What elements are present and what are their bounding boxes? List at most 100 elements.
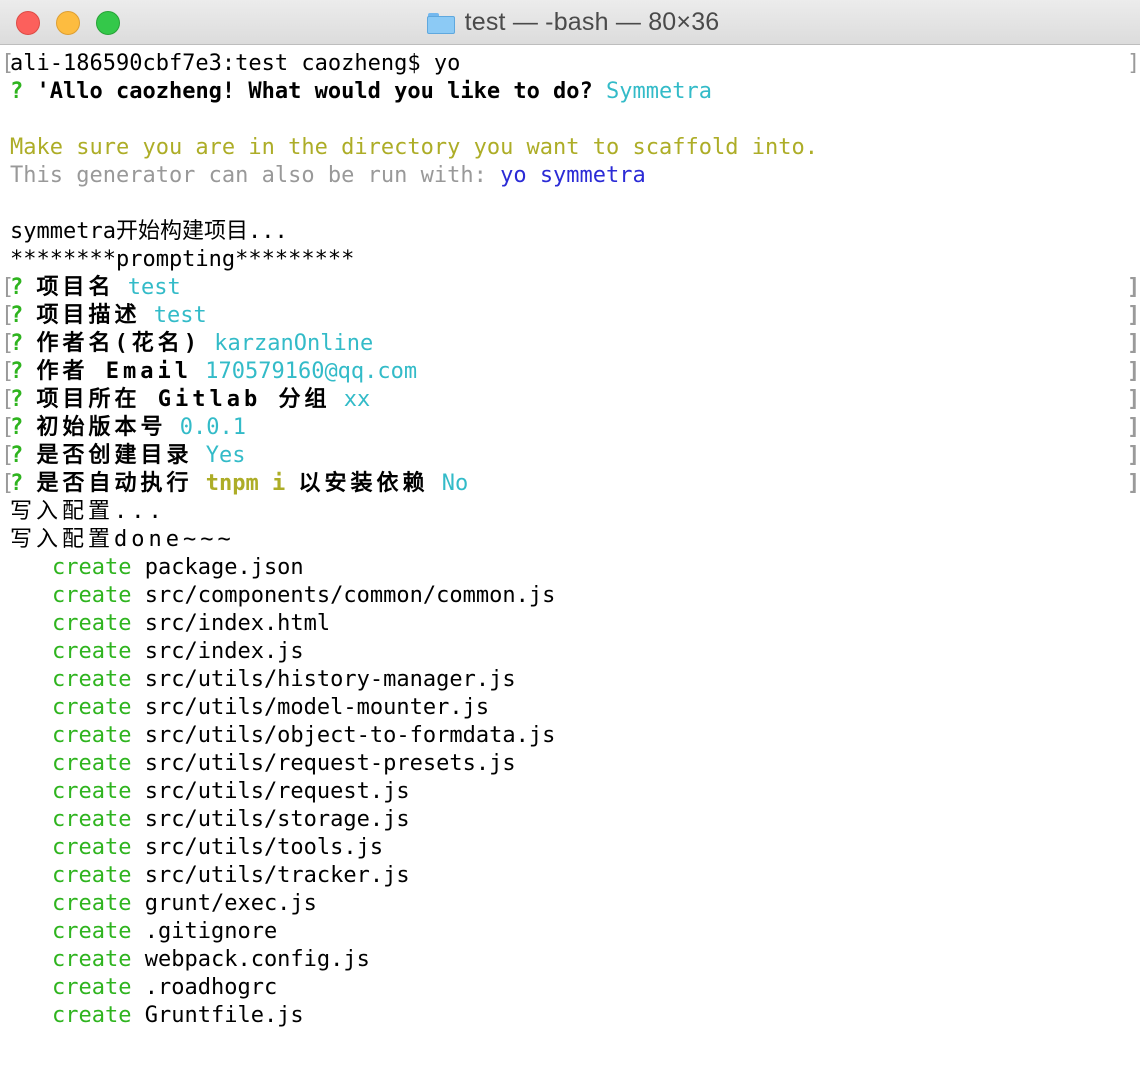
created-file-row: create src/index.js (0, 638, 1140, 666)
hint-line: Make sure you are in the directory you w… (10, 135, 818, 160)
title-wrap: test — -bash — 80×36 (0, 0, 1140, 45)
question-label-after: 以安装依赖 (298, 471, 429, 496)
create-keyword: create (52, 555, 132, 580)
question-label: 项目所在 Gitlab 分组 (36, 387, 331, 412)
created-file-row: create src/utils/object-to-formdata.js (0, 722, 1140, 750)
question-answer: 170579160@qq.com (205, 359, 418, 384)
question-mark: ? (10, 79, 24, 104)
window-title: test — -bash — 80×36 (464, 8, 720, 36)
question-line: [? 作者 Email 170579160@qq.com] (1, 359, 1140, 384)
terminal-output[interactable]: [ali-186590cbf7e3:test caozheng$ yo] ? '… (0, 50, 1140, 1068)
created-file-row: create .gitignore (0, 918, 1140, 946)
question-answer: xx (343, 387, 371, 412)
question-line: [? 作者名(花名) karzanOnline] (1, 331, 1140, 356)
question-label: 是否创建目录 (36, 443, 193, 468)
created-file-row: create webpack.config.js (0, 946, 1140, 974)
question-label: 作者名(花名) (36, 331, 201, 356)
created-file-path: src/utils/model-mounter.js (144, 695, 490, 720)
write-config-done-line: 写入配置done~~~ (10, 527, 235, 552)
question-label: 作者 Email (36, 359, 192, 384)
question-label: 初始版本号 (36, 415, 167, 440)
created-file-path: package.json (144, 555, 304, 580)
prompt-text: ali-186590cbf7e3:test caozheng$ yo (10, 51, 461, 76)
created-file-row: create Gruntfile.js (0, 1002, 1140, 1030)
created-file-row: create src/utils/request-presets.js (0, 750, 1140, 778)
run-with-prefix: This generator can also be run with: (10, 163, 487, 188)
question-answer: Yes (205, 443, 246, 468)
question-line: [? 是否创建目录 Yes] (1, 443, 1140, 468)
created-files-list: create package.json create src/components… (0, 554, 1140, 1030)
question-answer: test (127, 275, 181, 300)
create-keyword: create (52, 751, 132, 776)
prompt-line: [ali-186590cbf7e3:test caozheng$ yo] (1, 51, 1140, 76)
question-answer: 0.0.1 (179, 415, 246, 440)
question-line: [? 项目名 test] (1, 275, 1140, 300)
greeting-text: 'Allo caozheng! What would you like to d… (36, 79, 593, 104)
created-file-path: src/index.js (144, 639, 304, 664)
create-keyword: create (52, 667, 132, 692)
created-file-path: .roadhogrc (144, 975, 278, 1000)
folder-icon (426, 12, 455, 34)
create-keyword: create (52, 723, 132, 748)
write-config-line: 写入配置... (10, 499, 166, 524)
created-file-row: create src/utils/history-manager.js (0, 666, 1140, 694)
greeting-line: ? 'Allo caozheng! What would you like to… (0, 78, 1140, 106)
question-highlight: tnpm i (205, 471, 286, 496)
create-keyword: create (52, 583, 132, 608)
created-file-row: create src/utils/request.js (0, 778, 1140, 806)
created-file-path: src/utils/storage.js (144, 807, 410, 832)
created-file-row: create package.json (0, 554, 1140, 582)
run-with-cmd: yo symmetra (500, 163, 646, 188)
create-keyword: create (52, 919, 132, 944)
question-answer: test (153, 303, 207, 328)
created-file-row: create src/utils/storage.js (0, 806, 1140, 834)
question-line: [? 项目描述 test] (1, 303, 1140, 328)
create-keyword: create (52, 611, 132, 636)
created-file-row: create grunt/exec.js (0, 890, 1140, 918)
created-file-path: src/utils/history-manager.js (144, 667, 516, 692)
created-file-path: webpack.config.js (144, 947, 370, 972)
question-line: [? 是否自动执行 tnpm i 以安装依赖 No] (1, 471, 1140, 496)
create-keyword: create (52, 975, 132, 1000)
run-with-line: This generator can also be run with: yo … (0, 162, 1140, 190)
created-file-path: src/utils/tools.js (144, 835, 384, 860)
create-keyword: create (52, 639, 132, 664)
build-start-line: symmetra开始构建项目... (10, 219, 288, 244)
created-file-row: create src/components/common/common.js (0, 582, 1140, 610)
created-file-path: .gitignore (144, 919, 278, 944)
created-file-row: create src/utils/tracker.js (0, 862, 1140, 890)
create-keyword: create (52, 863, 132, 888)
question-line: [? 项目所在 Gitlab 分组 xx] (1, 387, 1140, 412)
created-file-path: src/components/common/common.js (144, 583, 556, 608)
question-answer: karzanOnline (214, 331, 374, 356)
greeting-choice: Symmetra (606, 79, 713, 104)
prompting-line: ********prompting********* (10, 247, 355, 272)
created-file-path: Gruntfile.js (144, 1003, 304, 1028)
created-file-row: create src/utils/tools.js (0, 834, 1140, 862)
question-line: [? 初始版本号 0.0.1] (1, 415, 1140, 440)
created-file-path: src/utils/request.js (144, 779, 410, 804)
question-label: 项目描述 (36, 303, 141, 328)
create-keyword: create (52, 807, 132, 832)
create-keyword: create (52, 1003, 132, 1028)
question-answer: No (441, 471, 469, 496)
create-keyword: create (52, 891, 132, 916)
created-file-row: create src/index.html (0, 610, 1140, 638)
create-keyword: create (52, 779, 132, 804)
created-file-path: grunt/exec.js (144, 891, 317, 916)
created-file-row: create src/utils/model-mounter.js (0, 694, 1140, 722)
terminal-window: test — -bash — 80×36 [ali-186590cbf7e3:t… (0, 0, 1140, 1068)
created-file-path: src/utils/tracker.js (144, 863, 410, 888)
question-label: 项目名 (36, 275, 115, 300)
create-keyword: create (52, 695, 132, 720)
create-keyword: create (52, 835, 132, 860)
created-file-row: create .roadhogrc (0, 974, 1140, 1002)
question-label: 是否自动执行 (36, 471, 193, 496)
created-file-path: src/utils/object-to-formdata.js (144, 723, 556, 748)
created-file-path: src/index.html (144, 611, 331, 636)
created-file-path: src/utils/request-presets.js (144, 751, 516, 776)
title-bar[interactable]: test — -bash — 80×36 (0, 0, 1140, 45)
create-keyword: create (52, 947, 132, 972)
